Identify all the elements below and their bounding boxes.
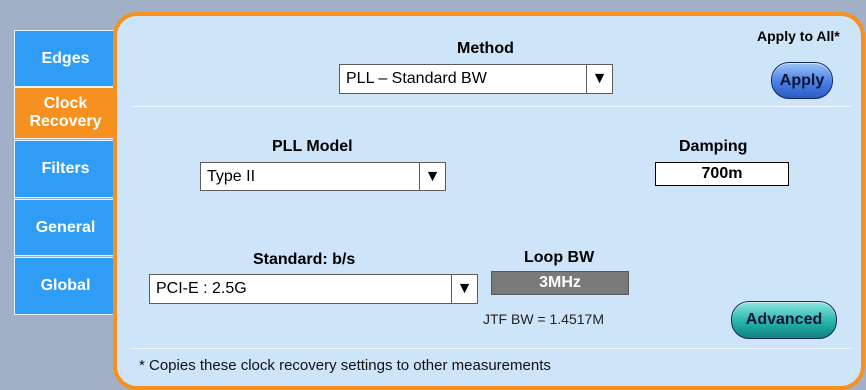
tab-clock-recovery[interactable]: Clock Recovery [14,87,117,139]
tab-general[interactable]: General [14,199,117,256]
pll-model-dropdown[interactable]: Type II ▼ [200,162,446,191]
loop-bw-label: Loop BW [524,249,595,266]
tab-filters[interactable]: Filters [14,140,117,198]
apply-button-label: Apply [779,71,825,89]
apply-to-all-label: Apply to All* [757,28,840,44]
damping-value: 700m [701,165,743,182]
chevron-down-icon: ▼ [451,275,477,303]
method-label: Method [457,40,514,57]
chevron-down-icon: ▼ [586,65,612,93]
damping-field[interactable]: 700m [655,162,789,186]
chevron-down-icon: ▼ [419,163,445,190]
pll-model-value: Type II [207,167,256,185]
standard-label: Standard: b/s [253,251,356,268]
apply-button[interactable]: Apply [771,62,833,99]
advanced-button-label: Advanced [745,311,823,328]
damping-label: Damping [679,138,748,155]
pll-model-label: PLL Model [272,138,353,155]
tab-global-label: Global [40,277,91,294]
tab-global[interactable]: Global [14,257,117,315]
tab-general-label: General [35,218,96,236]
advanced-button[interactable]: Advanced [731,301,837,339]
tab-edges-label: Edges [41,49,90,67]
standard-value: PCI-E : 2.5G [156,280,247,297]
loop-bw-value: 3MHz [539,274,581,291]
method-value: PLL – Standard BW [346,70,487,87]
tab-filters-label: Filters [41,160,90,177]
standard-dropdown[interactable]: PCI-E : 2.5G ▼ [149,274,478,304]
divider-top [131,106,851,107]
tab-clock-recovery-label: Clock Recovery [29,95,102,130]
method-dropdown[interactable]: PLL – Standard BW ▼ [339,64,613,94]
clock-recovery-panel: Method PLL – Standard BW ▼ Apply to All*… [113,12,865,390]
divider-bottom [131,348,851,349]
tab-edges[interactable]: Edges [14,30,117,87]
loop-bw-readout: 3MHz [491,271,629,295]
footnote-text: * Copies these clock recovery settings t… [139,357,551,374]
jtf-bw-text: JTF BW = 1.4517M [483,311,604,327]
